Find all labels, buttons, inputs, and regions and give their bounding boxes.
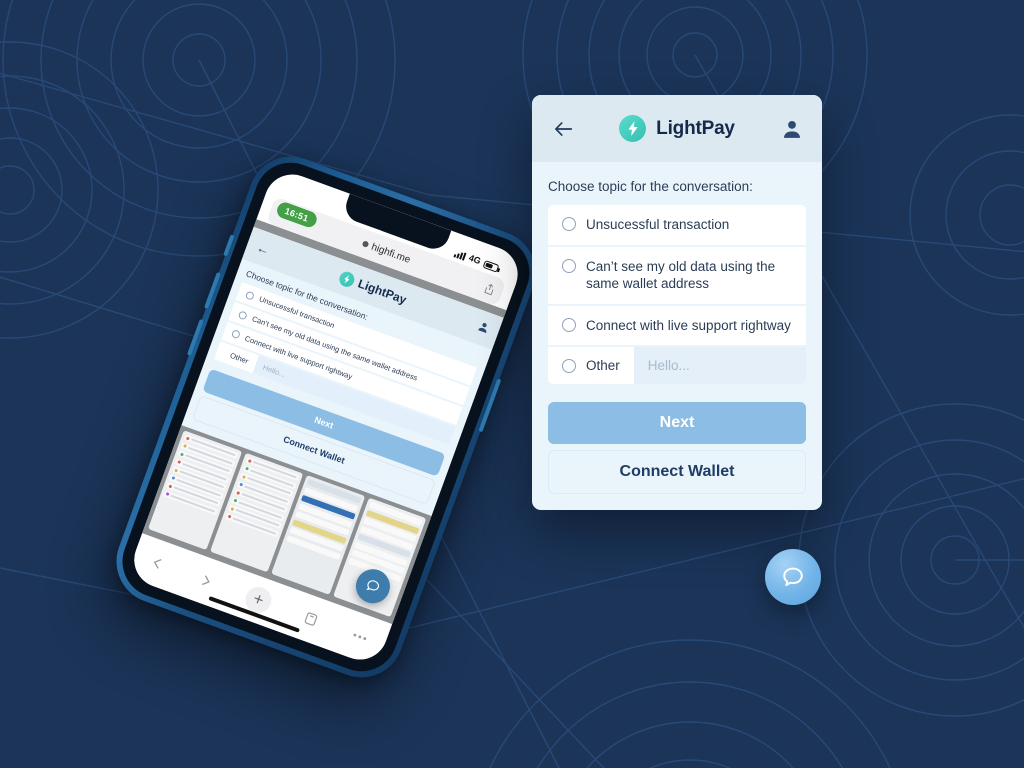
other-option-label-group[interactable]: Other: [548, 347, 634, 385]
widget-header: LightPay: [532, 95, 822, 162]
chat-widget-card: LightPay Choose topic for the conversati…: [532, 95, 822, 511]
brand-lockup: LightPay: [619, 115, 735, 142]
arrow-left-icon: [554, 121, 572, 136]
background-pattern: [0, 0, 1024, 768]
radio-icon[interactable]: [562, 359, 576, 374]
chat-fab-button[interactable]: [765, 549, 821, 605]
radio-icon: [244, 290, 256, 301]
chat-bubble-icon: [783, 567, 803, 586]
user-account-button[interactable]: [782, 119, 802, 139]
lightning-bolt-icon: [619, 115, 647, 142]
signal-bars-icon: [453, 249, 467, 261]
tabs-icon[interactable]: [301, 609, 322, 630]
radio-icon[interactable]: [562, 258, 576, 273]
phone-widget-user-icon[interactable]: [475, 318, 491, 339]
phone-widget-brand-label: LightPay: [356, 276, 409, 307]
canvas: 4G highfi.me 16:51 ← LightPay Choose top…: [0, 0, 1024, 768]
topic-option-live-support[interactable]: Connect with live support rightway: [548, 305, 806, 346]
chevron-right-icon[interactable]: [196, 571, 217, 592]
topic-options-list: Unsucessful transaction Can’t see my old…: [548, 205, 806, 385]
next-button[interactable]: Next: [548, 402, 806, 445]
network-label: 4G: [467, 252, 483, 267]
radio-icon: [237, 309, 249, 321]
share-icon[interactable]: [483, 282, 497, 297]
lightning-bolt-icon: [337, 269, 357, 289]
topic-option-other[interactable]: Other: [548, 347, 806, 385]
prompt-text: Choose topic for the conversation:: [548, 179, 753, 194]
topic-option-label: Unsucessful transaction: [586, 217, 730, 232]
more-dots-icon[interactable]: [348, 625, 371, 648]
radio-icon[interactable]: [562, 217, 576, 231]
radio-icon[interactable]: [562, 317, 576, 332]
connect-wallet-button[interactable]: Connect Wallet: [548, 450, 806, 495]
widget-actions: Next Connect Wallet: [532, 384, 822, 510]
back-button[interactable]: [552, 118, 574, 140]
topic-option-label: Can’t see my old data using the same wal…: [586, 258, 776, 292]
brand-title: LightPay: [656, 117, 735, 139]
user-account-icon: [784, 120, 800, 138]
topic-option-old-data-wallet[interactable]: Can’t see my old data using the same wal…: [548, 246, 806, 304]
battery-icon: [482, 260, 500, 273]
chevron-left-icon[interactable]: [148, 553, 169, 574]
phone-widget-other-label: Other: [229, 350, 250, 366]
topic-option-unsuccessful-transaction[interactable]: Unsucessful transaction: [548, 205, 806, 245]
lock-icon: [361, 240, 370, 248]
widget-body: Choose topic for the conversation: Unsuc…: [532, 162, 822, 385]
chat-bubble-icon: [366, 580, 380, 591]
other-text-input[interactable]: [633, 347, 806, 385]
radio-icon: [230, 329, 241, 340]
phone-url-text: highfi.me: [369, 241, 412, 266]
phone-widget-back-icon[interactable]: ←: [255, 239, 272, 258]
topic-option-label: Connect with live support rightway: [586, 317, 791, 333]
other-option-label: Other: [586, 358, 620, 374]
